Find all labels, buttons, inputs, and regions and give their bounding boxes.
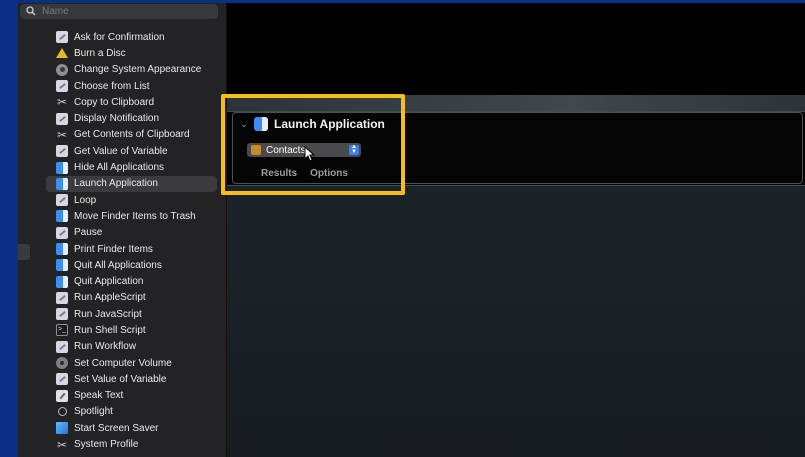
action-item-label: Move Finder Items to Trash: [74, 210, 196, 222]
action-item-label: Run Shell Script: [74, 324, 146, 336]
finder-icon: [56, 243, 68, 255]
action-item-loop[interactable]: Loop: [48, 192, 218, 208]
scissors-icon: ✂: [56, 95, 68, 110]
action-item-run-applescript[interactable]: Run AppleScript: [48, 290, 218, 306]
action-item-run-shell-script[interactable]: >_ Run Shell Script: [48, 322, 218, 338]
automator-icon: [56, 373, 68, 386]
finder-icon: [56, 161, 68, 174]
scissors-icon: ✂: [56, 127, 68, 142]
gear-icon: [56, 63, 68, 76]
action-item-label: Speak Text: [74, 390, 124, 402]
action-item-set-value-of-variable[interactable]: Set Value of Variable: [48, 371, 218, 387]
workflow-area: [227, 3, 805, 457]
automator-icon: [56, 226, 68, 239]
action-item-get-contents-of-clipboard[interactable]: ✂ Get Contents of Clipboard: [48, 127, 218, 143]
automator-icon: [56, 340, 68, 353]
mouse-cursor-icon: [304, 146, 316, 162]
action-item-label: System Profile: [74, 439, 139, 451]
action-item-label: Pause: [74, 227, 103, 239]
action-item-start-screen-saver[interactable]: Start Screen Saver: [48, 420, 218, 436]
action-item-launch-application[interactable]: Launch Application: [46, 175, 218, 192]
action-item-burn-a-disc[interactable]: Burn a Disc: [48, 45, 218, 61]
action-item-quit-all-applications[interactable]: Quit All Applications: [48, 257, 218, 273]
action-item-label: Run Workflow: [74, 341, 137, 353]
spotlight-icon: [56, 406, 68, 418]
action-item-label: Copy to Clipboard: [74, 96, 155, 108]
action-item-label: Spotlight: [74, 406, 113, 418]
finder-icon: [56, 259, 68, 272]
action-item-run-javascript[interactable]: Run JavaScript: [48, 306, 218, 322]
action-item-label: Print Finder Items: [74, 243, 153, 255]
action-item-display-notification[interactable]: Display Notification: [48, 110, 218, 126]
search-input[interactable]: [40, 6, 210, 17]
volume-icon: [56, 357, 68, 370]
sidebar-resize-handle[interactable]: [18, 244, 30, 260]
automator-icon: [56, 31, 68, 44]
action-item-set-computer-volume[interactable]: Set Computer Volume: [48, 355, 218, 371]
speak-icon: [56, 389, 68, 402]
action-item-run-workflow[interactable]: Run Workflow: [48, 339, 218, 355]
action-item-quit-application[interactable]: Quit Application: [48, 273, 218, 289]
action-item-spotlight[interactable]: Spotlight: [48, 404, 218, 420]
action-item-label: Get Value of Variable: [74, 145, 168, 157]
finder-icon: [56, 210, 68, 223]
action-item-label: Hide All Applications: [74, 162, 165, 174]
action-item-label: Quit All Applications: [74, 259, 162, 271]
action-item-move-finder-items-to-trash[interactable]: Move Finder Items to Trash: [48, 208, 218, 224]
action-item-label: Quit Application: [74, 276, 144, 288]
action-item-label: Launch Application: [74, 178, 158, 190]
automator-icon: [56, 194, 68, 207]
action-item-speak-text[interactable]: Speak Text: [48, 388, 218, 404]
action-item-label: Burn a Disc: [74, 47, 126, 59]
action-item-label: Display Notification: [74, 113, 160, 125]
scissors-icon: ✂: [56, 437, 68, 452]
search-field[interactable]: [20, 4, 218, 19]
automator-icon: [56, 112, 68, 125]
action-item-system-profile[interactable]: ✂ System Profile: [48, 436, 218, 452]
left-frame: [0, 0, 18, 457]
action-item-label: Set Value of Variable: [74, 373, 167, 385]
action-library-sidebar: Ask for Confirmation Burn a Disc Change Sy…: [18, 3, 227, 457]
finder-icon: [56, 177, 68, 190]
action-item-label: Run AppleScript: [74, 292, 146, 304]
action-item-label: Set Computer Volume: [74, 357, 172, 369]
burn-icon: [56, 47, 68, 59]
action-item-change-system-appearance[interactable]: Change System Appearance: [48, 62, 218, 78]
search-icon: [24, 4, 40, 19]
terminal-icon: >_: [56, 324, 68, 337]
action-item-label: Choose from List: [74, 80, 150, 92]
action-item-label: Change System Appearance: [74, 64, 202, 76]
action-item-label: Ask for Confirmation: [74, 31, 165, 43]
automator-icon: [56, 145, 68, 158]
highlight-annotation: [221, 94, 405, 195]
action-item-hide-all-applications[interactable]: Hide All Applications: [48, 159, 218, 175]
action-item-copy-to-clipboard[interactable]: ✂ Copy to Clipboard: [48, 94, 218, 110]
action-item-label: Get Contents of Clipboard: [74, 129, 190, 141]
action-item-choose-from-list[interactable]: Choose from List: [48, 78, 218, 94]
action-item-pause[interactable]: Pause: [48, 225, 218, 241]
action-item-label: Loop: [74, 194, 97, 206]
finder-icon: [56, 275, 68, 288]
action-item-ask-for-confirmation[interactable]: Ask for Confirmation: [48, 29, 218, 45]
action-item-label: Run JavaScript: [74, 308, 142, 320]
action-item-label: Start Screen Saver: [74, 422, 159, 434]
automator-icon: [56, 80, 68, 93]
automator-icon: [56, 291, 68, 304]
action-item-get-value-of-variable[interactable]: Get Value of Variable: [48, 143, 218, 159]
automator-icon: [56, 308, 68, 321]
screensaver-icon: [56, 422, 68, 435]
action-item-print-finder-items[interactable]: Print Finder Items: [48, 241, 218, 257]
action-list: Ask for Confirmation Burn a Disc Change Sy…: [46, 29, 218, 453]
